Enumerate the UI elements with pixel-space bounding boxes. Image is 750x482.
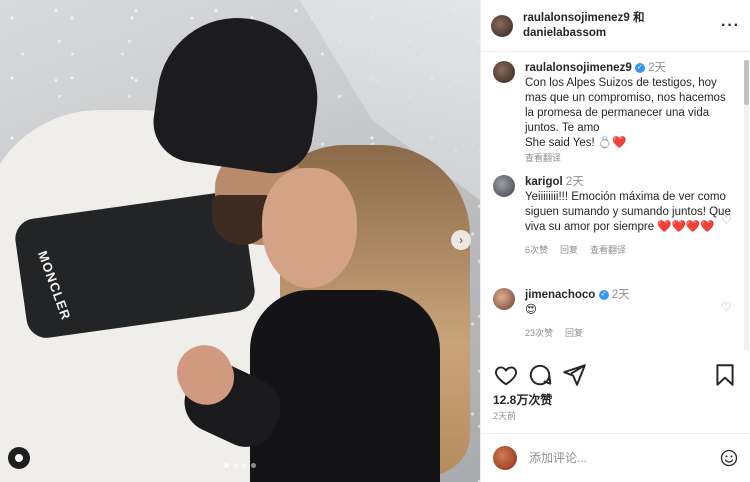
comment-item: karigol 2天 Yeiiiiiiii!!! Emoción máxima … [493, 175, 733, 258]
send-icon[interactable] [561, 362, 587, 388]
comment-composer [481, 433, 750, 482]
heart-icon[interactable] [493, 362, 519, 388]
author-avatar[interactable] [491, 14, 513, 37]
likes-count[interactable]: 12.8万次赞 [493, 391, 552, 408]
like-comment-heart-icon[interactable]: ♡ [721, 300, 733, 314]
caption-comment: raulalonsojimenez9 ✓ 2天 Con los Alpes Su… [493, 61, 733, 166]
carousel-next-button[interactable]: › [451, 230, 471, 250]
post-side-panel: raulalonsojimenez9 和 danielabassom ··· r… [480, 0, 750, 482]
comment-text: 😍 [525, 304, 537, 316]
more-horizontal-icon: ··· [721, 16, 740, 34]
commenter-avatar[interactable] [493, 288, 515, 310]
carousel-dot [233, 463, 238, 468]
verified-badge-icon: ✓ [598, 289, 609, 300]
woman-face [262, 168, 357, 288]
bookmark-icon[interactable] [712, 362, 738, 388]
comment-text-line2: She said Yes! 💍❤️ [525, 137, 627, 149]
comment-time: 2天 [611, 289, 630, 301]
comment-time: 2天 [565, 176, 584, 188]
comment-likes[interactable]: 23次赞 [525, 326, 553, 341]
comment-likes[interactable]: 6次赞 [525, 243, 548, 258]
commenter-avatar[interactable] [493, 175, 515, 197]
post-photo[interactable]: MONCLER › [0, 0, 480, 482]
carousel-dot [251, 463, 256, 468]
commenter-username[interactable]: karigol [525, 176, 563, 188]
comment-icon[interactable] [527, 362, 553, 388]
add-comment-input[interactable] [529, 451, 719, 465]
comments-scrollbar[interactable] [744, 60, 749, 350]
carousel-dot [224, 463, 229, 468]
carousel-dot [242, 463, 247, 468]
current-user-avatar [493, 446, 517, 470]
author-username[interactable]: raulalonsojimenez9 [523, 12, 630, 24]
comments-list: raulalonsojimenez9 ✓ 2天 Con los Alpes Su… [481, 53, 747, 355]
comment-item: jimenachoco ✓ 2天 😍 23次赞 回复 ♡ [493, 288, 733, 341]
user-tag-button[interactable] [8, 447, 30, 469]
like-comment-heart-icon[interactable]: ♡ [721, 213, 733, 227]
post-authors: raulalonsojimenez9 和 danielabassom [523, 11, 721, 41]
comment-time: 2天 [648, 62, 667, 74]
see-translation-link[interactable]: 查看翻译 [525, 151, 561, 166]
more-options-button[interactable]: ··· [721, 17, 740, 35]
user-tag-icon [15, 454, 23, 462]
commenter-username[interactable]: raulalonsojimenez9 [525, 62, 632, 74]
verified-badge-icon: ✓ [634, 62, 645, 73]
commenter-username[interactable]: jimenachoco [525, 289, 595, 301]
post-actions-bar [493, 362, 738, 388]
commenter-avatar[interactable] [493, 61, 515, 83]
post-date[interactable]: 2天前 [493, 409, 516, 422]
author-connector: 和 [632, 11, 645, 24]
comment-text: Con los Alpes Suizos de testigos, hoy ma… [525, 77, 726, 134]
carousel-indicator [224, 463, 256, 468]
emoji-icon[interactable] [719, 448, 739, 468]
scrollbar-thumb[interactable] [744, 60, 749, 105]
woman-jacket [250, 290, 440, 482]
reply-link[interactable]: 回复 [560, 243, 578, 258]
see-translation-link[interactable]: 查看翻译 [590, 243, 626, 258]
chevron-right-icon: › [459, 233, 463, 247]
comment-text: Yeiiiiiiii!!! Emoción máxima de ver como… [525, 191, 731, 233]
post-header: raulalonsojimenez9 和 danielabassom ··· [481, 0, 750, 52]
reply-link[interactable]: 回复 [565, 326, 583, 341]
coauthor-username[interactable]: danielabassom [523, 27, 606, 39]
